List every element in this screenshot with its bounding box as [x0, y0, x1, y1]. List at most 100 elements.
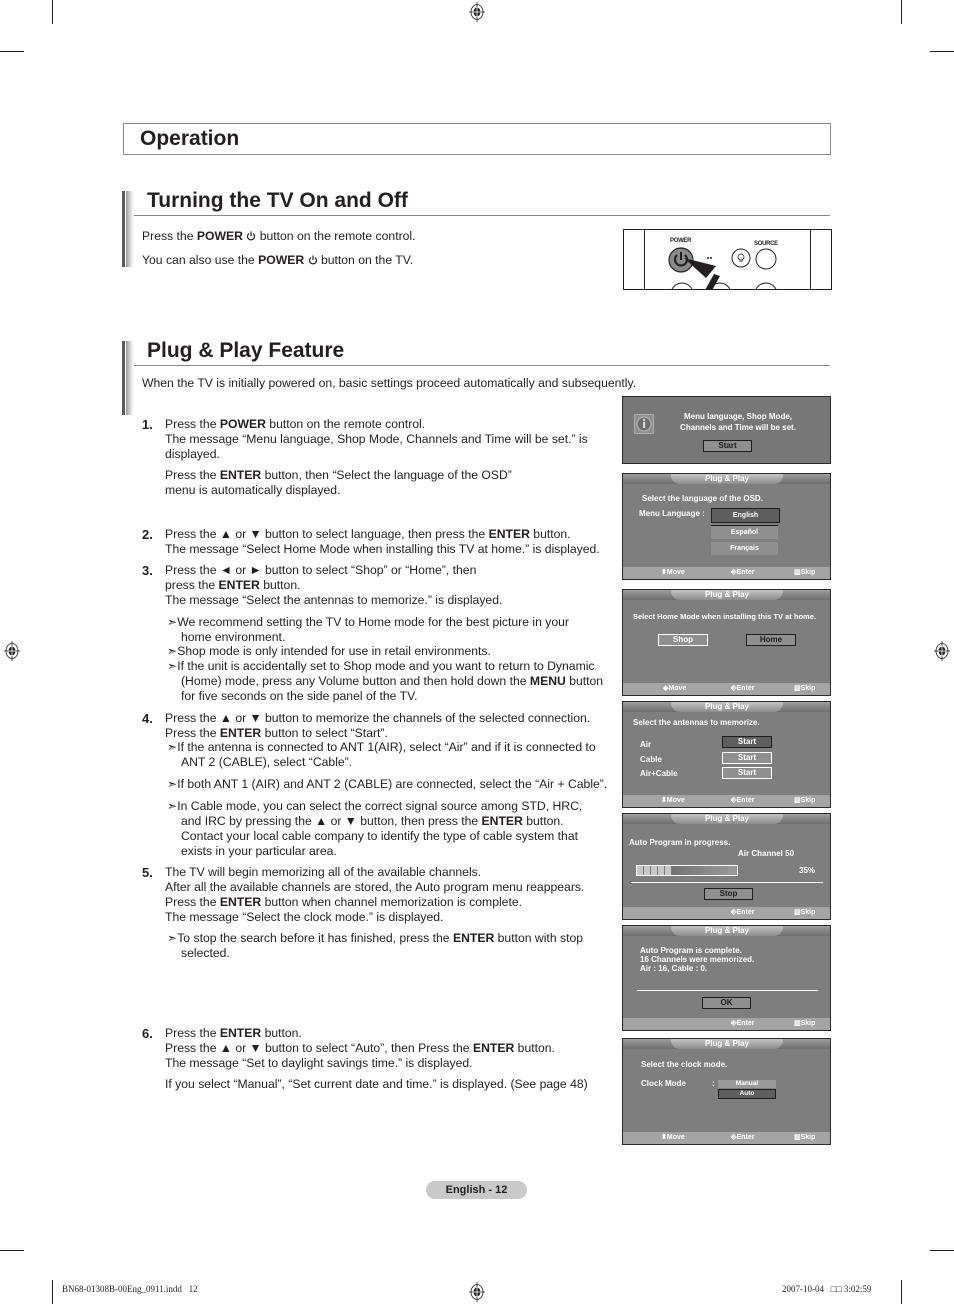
osd-footer: ⬍ Move ⎆ Enter ▥ Skip — [623, 795, 830, 807]
osd-option-shop[interactable]: Shop — [658, 634, 708, 646]
source-button-icon — [755, 248, 777, 270]
osd-start-air-button[interactable]: Start — [722, 736, 772, 748]
remote-power-label: POWER — [670, 238, 692, 244]
antenna-label-cable: Cable — [640, 755, 662, 764]
osd-label: Clock Mode — [641, 1079, 686, 1088]
power-icon — [247, 231, 256, 241]
note: ➣If the unit is accidentally set to Shop… — [167, 659, 604, 703]
step-number: 1. — [142, 417, 153, 432]
osd-divider — [637, 990, 818, 991]
step-text: Press the ▲ or ▼ button to memorize the … — [165, 711, 591, 740]
section-title: Plug & Play Feature — [147, 339, 345, 362]
enter-hint: ⎆ Enter — [731, 909, 755, 916]
osd-antenna-screen: Plug & Play Select the antennas to memor… — [622, 701, 831, 808]
skip-hint: ▥ Skip — [794, 569, 816, 576]
osd-option-english[interactable]: English — [711, 508, 780, 523]
light-button-icon — [731, 248, 751, 268]
move-hint: ⬍ Move — [661, 1134, 685, 1141]
skip-hint: ▥ Skip — [794, 909, 816, 916]
chapter-title: Operation — [140, 127, 240, 150]
note: ➣In Cable mode, you can select the corre… — [167, 799, 583, 858]
registration-mark-icon — [469, 2, 485, 22]
osd-divider — [631, 882, 823, 883]
remote-buttons-icon — [671, 282, 777, 289]
osd-start-button[interactable]: Start — [703, 440, 752, 452]
osd-ok-button[interactable]: OK — [702, 997, 751, 1009]
note: ➣If the antenna is connected to ANT 1(AI… — [167, 740, 596, 769]
enter-hint: ⎆ Enter — [731, 569, 755, 576]
osd-progress-fill — [637, 866, 672, 875]
registration-mark-icon — [934, 641, 950, 661]
osd-language-screen: Plug & Play Select the language of the O… — [622, 473, 831, 580]
enter-hint: ⎆ Enter — [731, 1134, 755, 1141]
osd-message-line2: Channels and Time will be set. — [680, 423, 796, 432]
section-rule — [134, 215, 830, 216]
osd-start-cable-button[interactable]: Start — [722, 752, 772, 764]
crop-mark — [0, 51, 24, 52]
crop-mark — [930, 1250, 954, 1251]
move-hint: ⬍ Move — [661, 797, 685, 804]
step-number: 6. — [142, 1026, 153, 1041]
antenna-label-air: Air — [640, 740, 652, 749]
osd-title: Plug & Play — [671, 474, 783, 484]
osd-option-home[interactable]: Home — [746, 634, 796, 646]
osd-label: Menu Language : — [639, 509, 705, 518]
osd-start-air-cable-button[interactable]: Start — [722, 767, 772, 779]
osd-complete-screen: Plug & Play Auto Program is complete. 16… — [622, 925, 831, 1031]
note: ➣If both ANT 1 (AIR) and ANT 2 (CABLE) a… — [167, 777, 608, 791]
power-instruction-tv: You can also use the POWER button on the… — [142, 253, 414, 267]
note: ➣We recommend setting the TV to Home mod… — [167, 615, 569, 644]
skip-hint: ▥ Skip — [794, 1134, 816, 1141]
remote-source-label: SOURCE — [754, 241, 778, 247]
crop-mark — [52, 0, 53, 24]
print-slug-right: 2007-10-04 □□ 3:02:59 — [782, 1284, 872, 1294]
step-text: Press the POWER button on the remote con… — [165, 417, 588, 497]
osd-footer: ◆ Move ⎆ Enter ▥ Skip — [623, 683, 830, 695]
osd-complete-line2: 16 Channels were memorized. — [640, 955, 755, 964]
remote-control-illustration: POWER SOURCE — [623, 229, 832, 290]
registration-mark-icon — [469, 1282, 485, 1302]
page-number-badge: English - 12 — [426, 1181, 527, 1199]
osd-colon: : — [712, 1079, 715, 1088]
osd-option-espanol[interactable]: Español — [711, 525, 778, 539]
move-hint: ⬍ Move — [661, 569, 685, 576]
step-text: Press the ENTER button. Press the ▲ or ▼… — [165, 1026, 588, 1091]
osd-progress-bar — [636, 865, 738, 876]
osd-footer: ⎆ Enter ▥ Skip — [623, 907, 830, 919]
step-number: 4. — [142, 711, 153, 726]
note: ➣Shop mode is only intended for use in r… — [167, 644, 491, 658]
step-text: The TV will begin memorizing all of the … — [165, 865, 585, 924]
osd-title: Plug & Play — [671, 590, 783, 600]
skip-hint: ▥ Skip — [794, 685, 816, 692]
skip-hint: ▥ Skip — [794, 797, 816, 804]
chapter-header: Operation — [123, 123, 831, 155]
osd-status: Auto Program in progress. — [629, 838, 731, 847]
osd-auto-program-screen: Plug & Play Auto Program in progress. Ai… — [622, 813, 831, 920]
osd-prompt: Select the language of the OSD. — [642, 494, 763, 503]
osd-complete-line3: Air : 16, Cable : 0. — [640, 964, 708, 973]
antenna-label-air-cable: Air+Cable — [640, 769, 678, 778]
registration-mark-icon — [4, 641, 20, 661]
step-number: 2. — [142, 527, 153, 542]
osd-title: Plug & Play — [671, 814, 783, 824]
crop-mark — [0, 1250, 24, 1251]
step-text: Press the ◄ or ► button to select “Shop”… — [165, 563, 503, 607]
info-icon — [634, 414, 654, 434]
crop-mark — [901, 1280, 902, 1304]
section-title: Turning the TV On and Off — [147, 189, 408, 212]
osd-stop-button[interactable]: Stop — [704, 888, 753, 900]
section-bar — [122, 191, 134, 267]
step-text: Press the ▲ or ▼ button to select langua… — [165, 527, 600, 556]
osd-option-auto[interactable]: Auto — [718, 1089, 776, 1099]
enter-hint: ⎆ Enter — [731, 1020, 755, 1027]
osd-message-line1: Menu language, Shop Mode, — [684, 412, 792, 421]
plug-play-intro: When the TV is initially powered on, bas… — [142, 376, 637, 390]
osd-option-francais[interactable]: Français — [711, 542, 778, 555]
osd-prompt: Select Home Mode when installing this TV… — [633, 612, 816, 621]
note: ➣To stop the search before it has finish… — [167, 931, 584, 960]
enter-hint: ⎆ Enter — [731, 685, 755, 692]
crop-mark — [901, 0, 902, 24]
osd-option-manual[interactable]: Manual — [718, 1080, 776, 1088]
power-instruction-remote: Press the POWER button on the remote con… — [142, 229, 416, 243]
osd-footer: ⬍ Move ⎆ Enter ▥ Skip — [623, 1132, 830, 1144]
